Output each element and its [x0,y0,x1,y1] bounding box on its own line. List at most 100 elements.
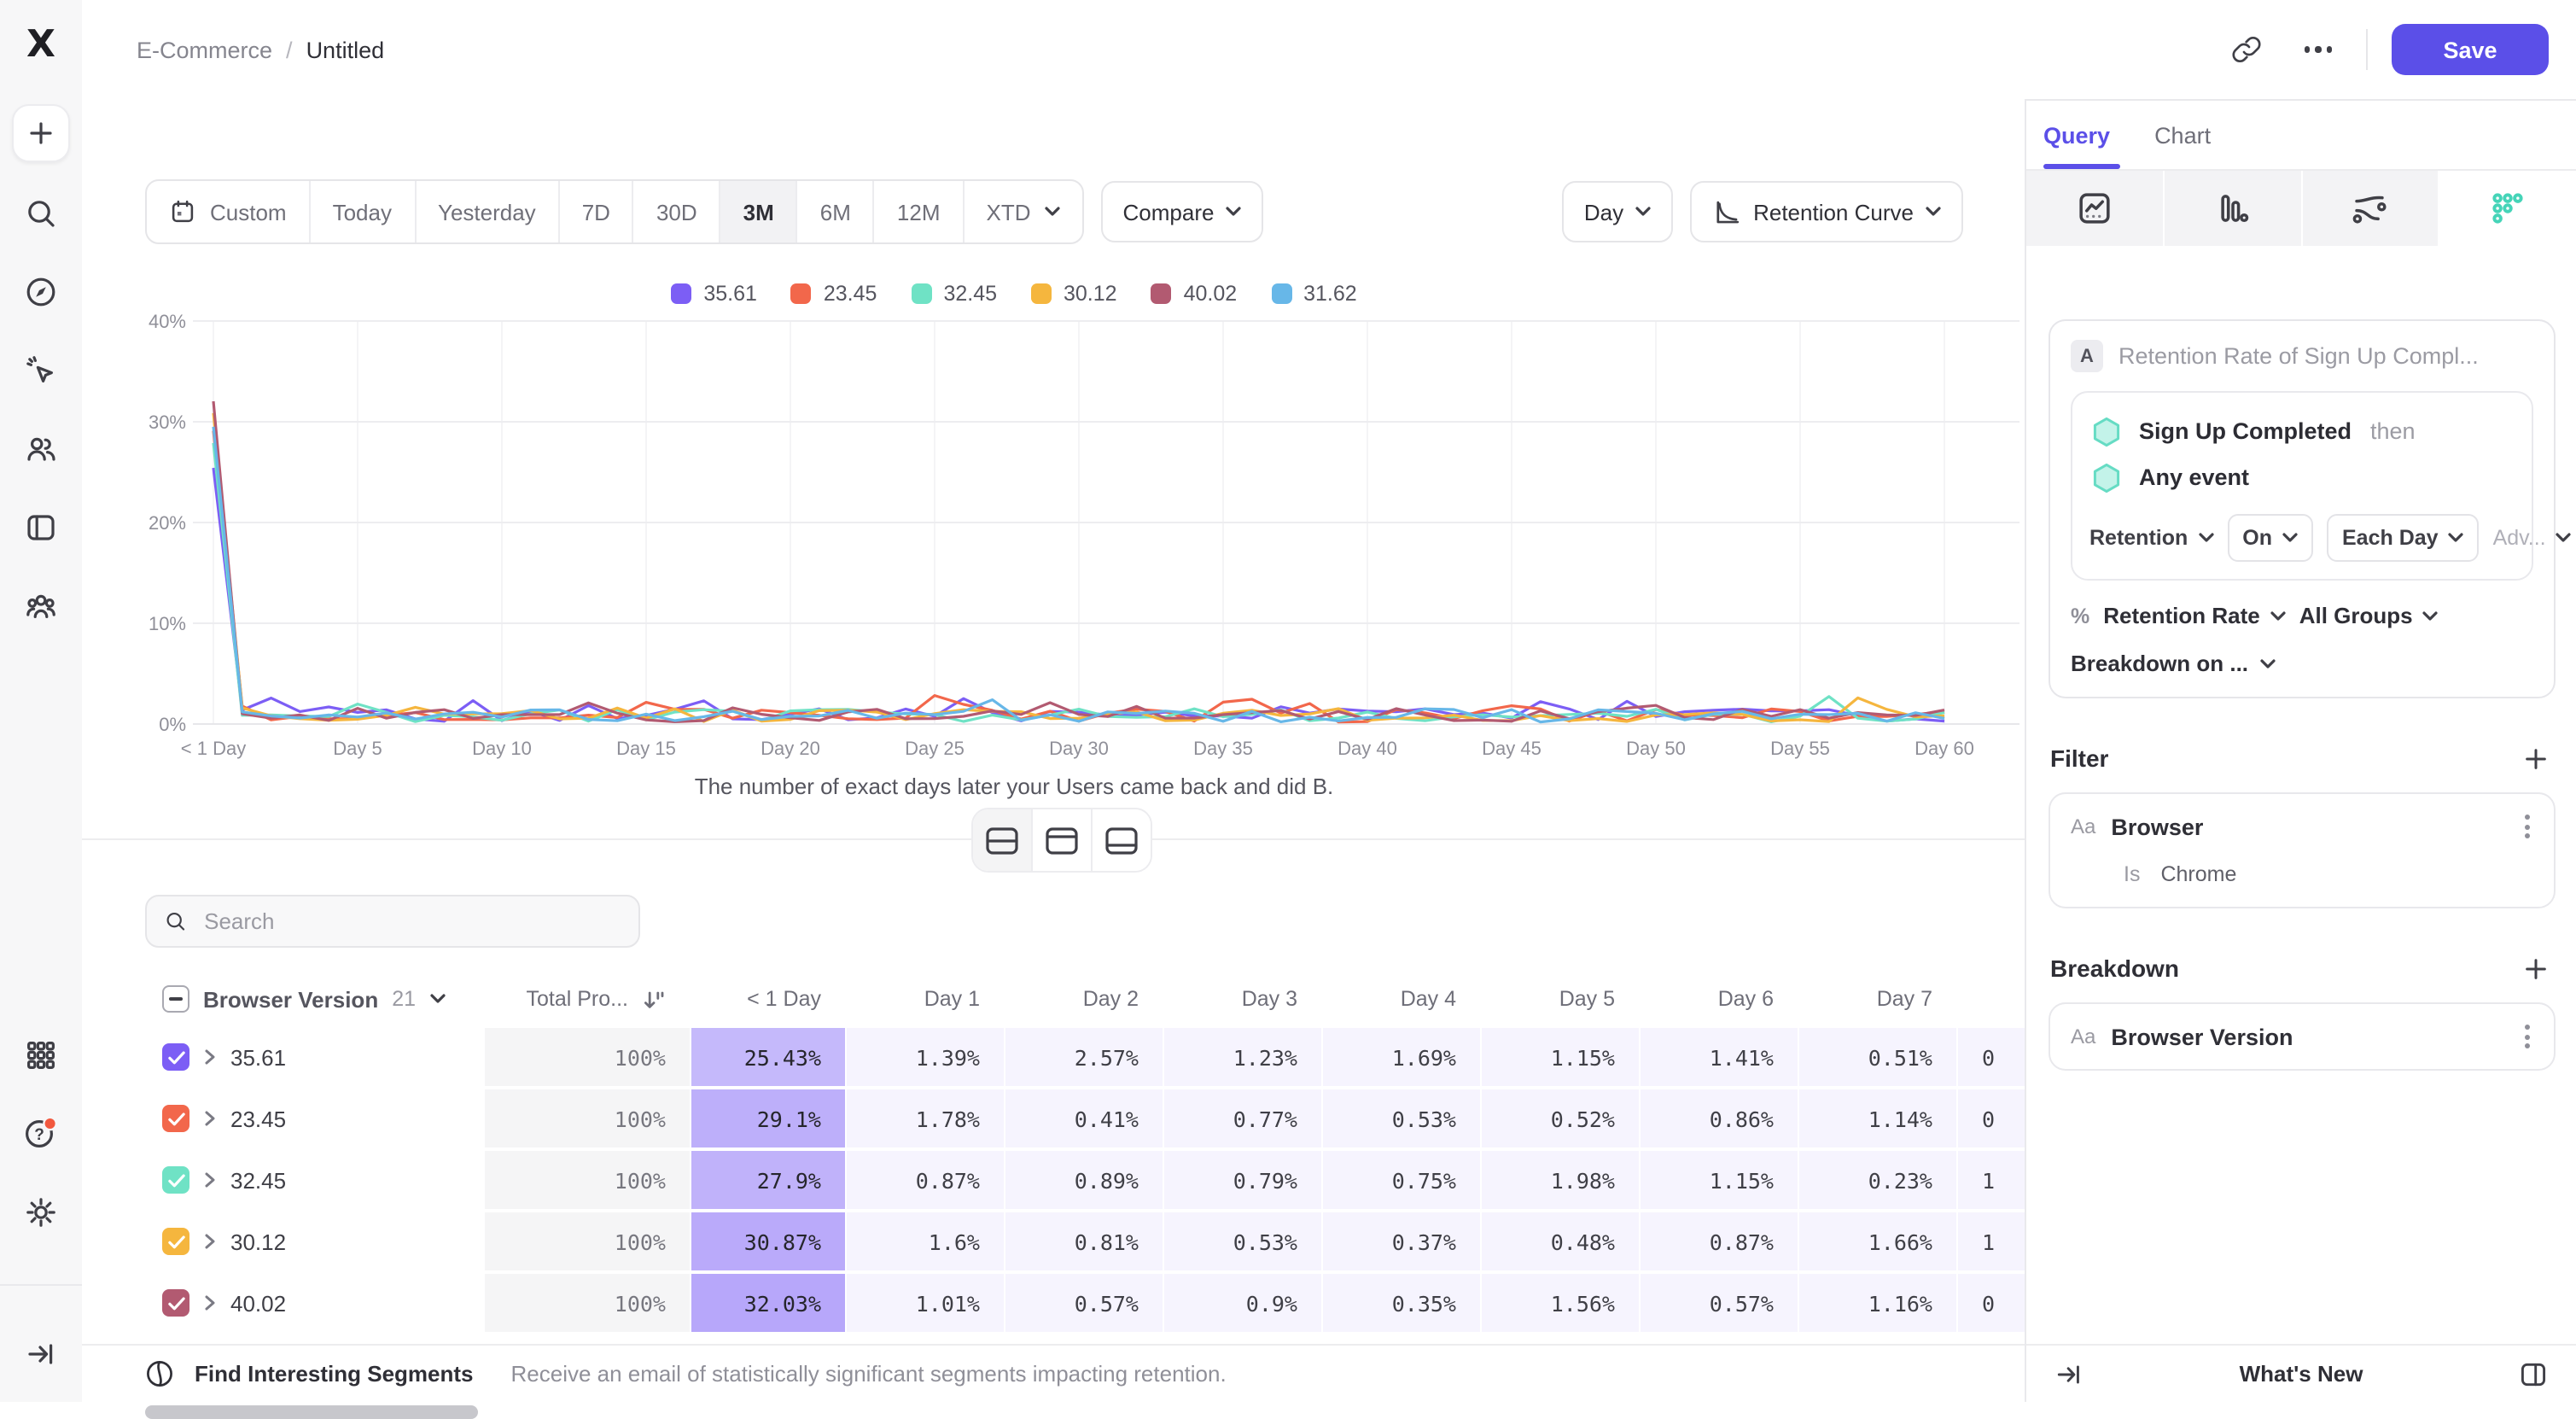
range-30d[interactable]: 30D [632,181,720,242]
breadcrumb-project[interactable]: E-Commerce [137,37,272,62]
row-expand-chevron[interactable] [203,1048,217,1066]
legend-item[interactable]: 23.45 [791,282,877,306]
range-yesterday[interactable]: Yesterday [414,181,558,242]
metric-dropdown[interactable]: Retention Rate [2103,603,2285,628]
create-new-button[interactable] [12,104,70,162]
tab-chart[interactable]: Chart [2154,101,2211,169]
sidebar-item-search[interactable] [14,186,68,241]
range-6m[interactable]: 6M [796,181,873,242]
filter-card[interactable]: Aa Browser Is Chrome [2049,792,2556,908]
range-3m[interactable]: 3M [720,181,796,242]
add-filter-button[interactable] [2523,745,2549,771]
sidebar-item-cohorts[interactable] [14,579,68,634]
layout-chart-button[interactable] [1031,809,1091,871]
range-custom[interactable]: Custom [147,181,309,242]
copy-link-button[interactable] [2223,26,2270,73]
breadcrumb-report-title[interactable]: Untitled [306,37,385,62]
cell-day-7: 0.23% [1799,1151,1956,1209]
layout-split-button[interactable] [973,809,1031,871]
column-header-day-5[interactable]: Day 5 [1482,973,1639,1025]
range-today[interactable]: Today [309,181,414,242]
sidebar-item-users[interactable] [14,422,68,476]
collapse-panel-icon[interactable] [2054,1358,2084,1389]
save-button[interactable]: Save [2392,24,2549,75]
mixpanel-logo-icon[interactable]: X [26,24,55,67]
column-header-day-1[interactable]: Day 1 [847,973,1004,1025]
advanced-dropdown[interactable]: Adv... [2493,526,2572,550]
legend-item[interactable]: 31.62 [1271,282,1357,306]
groups-dropdown[interactable]: All Groups [2299,603,2439,628]
search-input[interactable] [201,907,621,936]
select-all-checkbox[interactable] [162,985,189,1013]
breakdown-on-dropdown[interactable]: Breakdown on ... [2071,651,2533,676]
add-breakdown-button[interactable] [2523,955,2549,981]
row-checkbox[interactable] [162,1105,189,1132]
row-expand-chevron[interactable] [203,1110,217,1127]
column-header-day-2[interactable]: Day 2 [1005,973,1163,1025]
row-expand-chevron[interactable] [203,1171,217,1188]
sidebar-item-explore[interactable] [14,265,68,319]
range-7d[interactable]: 7D [558,181,632,242]
table-row-label[interactable]: 30.12 [145,1212,483,1270]
report-type-funnels[interactable] [2165,171,2303,246]
column-header-total[interactable]: Total Pro... [485,973,690,1025]
compare-button[interactable]: Compare [1101,181,1264,242]
table-row-label[interactable]: 32.45 [145,1151,483,1209]
help-button[interactable]: ? [14,1107,68,1161]
query-title[interactable]: Retention Rate of Sign Up Compl... [2118,343,2479,369]
filter-operator[interactable]: Is [2124,862,2140,886]
layout-table-button[interactable] [1091,809,1151,871]
row-checkbox[interactable] [162,1043,189,1071]
row-checkbox[interactable] [162,1228,189,1255]
report-type-retention[interactable] [2440,171,2576,246]
filter-value[interactable]: Chrome [2160,862,2236,886]
column-header-day-3[interactable]: Day 3 [1164,973,1321,1025]
breakdown-card[interactable]: Aa Browser Version [2049,1002,2556,1071]
range-12m[interactable]: 12M [873,181,963,242]
more-options-button[interactable] [2294,26,2342,73]
event-step-2[interactable]: Any event [2089,454,2515,500]
column-header-group[interactable]: Browser Version21 [145,973,483,1025]
settings-button[interactable] [14,1185,68,1240]
table-row-label[interactable]: 23.45 [145,1089,483,1147]
column-header-day-7[interactable]: Day 7 [1799,973,1956,1025]
retention-type-dropdown[interactable]: Retention [2089,526,2213,550]
legend-item[interactable]: 40.02 [1151,282,1238,306]
report-type-flows[interactable] [2302,171,2440,246]
breakdown-menu-button[interactable] [2521,1021,2533,1052]
row-checkbox[interactable] [162,1166,189,1194]
table-row-label[interactable]: 35.61 [145,1028,483,1086]
tab-query[interactable]: Query [2043,101,2110,169]
row-expand-chevron[interactable] [203,1233,217,1250]
granularity-button[interactable]: Day [1562,181,1673,242]
legend-item[interactable]: 32.45 [911,282,997,306]
date-range-control: CustomTodayYesterday7D30D3M6M12MXTD [145,179,1084,244]
report-type-insights[interactable] [2026,171,2165,246]
whats-new-link[interactable]: What's New [2026,1361,2576,1387]
table-row-label[interactable]: 40.02 [145,1274,483,1332]
layout-columns-icon[interactable] [2518,1358,2549,1389]
table-view-icon [1104,826,1139,855]
sidebar-item-events[interactable] [14,343,68,398]
legend-item[interactable]: 35.61 [671,282,757,306]
event-suffix: then [2370,418,2416,444]
legend-item[interactable]: 30.12 [1031,282,1117,306]
each-day-dropdown[interactable]: Each Day [2327,514,2480,562]
row-checkbox[interactable] [162,1289,189,1317]
column-header-day-0[interactable]: < 1 Day [691,973,845,1025]
event-step-1[interactable]: Sign Up Completed then [2089,408,2515,454]
column-header-day-6[interactable]: Day 6 [1641,973,1798,1025]
segments-title[interactable]: Find Interesting Segments [195,1361,474,1387]
chart-type-button[interactable]: Retention Curve [1690,181,1963,242]
horizontal-scrollbar[interactable] [145,1405,478,1419]
y-tick: 0% [159,714,186,735]
collapse-sidebar-button[interactable] [14,1327,68,1381]
column-header-day-4[interactable]: Day 4 [1323,973,1480,1025]
filter-menu-button[interactable] [2521,811,2533,842]
sidebar-item-boards[interactable] [14,500,68,555]
range-xtd[interactable]: XTD [963,181,1082,242]
event-name: Sign Up Completed [2139,418,2352,444]
apps-grid-button[interactable] [14,1028,68,1083]
on-dropdown[interactable]: On [2227,514,2313,562]
row-expand-chevron[interactable] [203,1294,217,1311]
